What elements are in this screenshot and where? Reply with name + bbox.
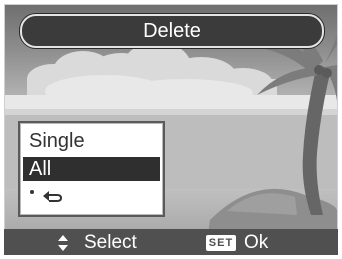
menu-item-all[interactable]: All — [23, 157, 160, 181]
dialog-title-bar: Delete — [20, 14, 324, 48]
dialog-title: Delete — [143, 20, 201, 42]
delete-options-menu: Single All — [20, 123, 163, 215]
set-key-icon: SET — [206, 235, 236, 251]
select-hint: Select — [56, 232, 137, 254]
menu-item-return[interactable] — [23, 184, 160, 208]
up-down-arrows-icon — [58, 235, 68, 251]
menu-item-label: All — [29, 157, 52, 180]
menu-item-label: Single — [29, 129, 85, 152]
status-bar: Select SET Ok — [4, 229, 338, 255]
select-label: Select — [84, 232, 137, 253]
ok-hint: SET Ok — [206, 232, 268, 254]
ok-label: Ok — [244, 232, 269, 253]
return-arrow-icon — [30, 190, 62, 202]
menu-item-single[interactable]: Single — [23, 129, 160, 153]
camera-screen: Delete Single All Select SET Ok — [0, 0, 342, 259]
